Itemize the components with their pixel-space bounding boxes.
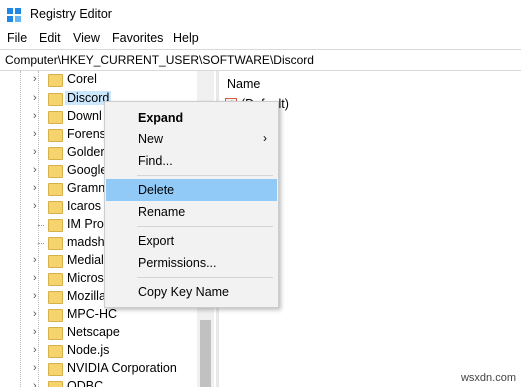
tree-item[interactable]: › NVIDIA Corporation: [0, 360, 215, 378]
tree-item-label: madsh: [67, 235, 105, 249]
folder-icon: [48, 363, 63, 376]
tree-item-label: Node.js: [67, 343, 110, 357]
folder-icon: [48, 165, 63, 178]
tree-item-label: Icaros: [67, 199, 102, 213]
context-permissions-label: Permissions...: [138, 256, 217, 270]
tree-item-label: Google: [67, 163, 108, 177]
tree-connector: [38, 243, 44, 244]
tree-item[interactable]: › MPC-HC: [0, 306, 215, 324]
window-title: Registry Editor: [30, 7, 112, 21]
chevron-right-icon[interactable]: ›: [33, 164, 37, 176]
folder-icon: [48, 129, 63, 142]
tree-item-label: Micros: [67, 271, 104, 285]
tree-item-label: Corel: [67, 72, 97, 86]
context-copy-key-name-label: Copy Key Name: [138, 285, 230, 299]
context-new-label: New: [138, 132, 164, 146]
menu-separator: [137, 277, 273, 278]
chevron-right-icon[interactable]: ›: [33, 380, 37, 387]
context-new[interactable]: New ›: [106, 128, 277, 150]
context-permissions[interactable]: Permissions...: [106, 252, 277, 274]
tree-item-label: Gramn: [67, 181, 106, 195]
folder-icon: [48, 74, 63, 87]
chevron-right-icon[interactable]: ›: [33, 272, 37, 284]
menu-separator: [137, 226, 273, 227]
chevron-right-icon[interactable]: ›: [33, 344, 37, 356]
tree-item[interactable]: › Corel: [0, 71, 215, 89]
folder-icon: [48, 381, 63, 387]
tree-item[interactable]: › Node.js: [0, 342, 215, 360]
context-rename[interactable]: Rename: [106, 201, 277, 223]
context-find-label: Find...: [138, 154, 173, 168]
tree-item[interactable]: › ODBC: [0, 378, 215, 387]
chevron-right-icon[interactable]: ›: [33, 128, 37, 140]
tree-item-label: Mozilla: [67, 289, 106, 303]
menu-view[interactable]: View: [73, 31, 100, 45]
folder-icon: [48, 237, 63, 250]
chevron-right-icon[interactable]: ›: [33, 73, 37, 85]
tree-scrollbar-thumb[interactable]: [200, 320, 211, 387]
folder-icon: [48, 327, 63, 340]
folder-icon: [48, 93, 63, 106]
tree-item-label: NVIDIA Corporation: [67, 361, 177, 375]
folder-icon: [48, 291, 63, 304]
tree-item-label: Golder: [67, 145, 105, 159]
context-delete-label: Delete: [138, 183, 175, 197]
menu-favorites[interactable]: Favorites: [112, 31, 163, 45]
tree-item-label: ODBC: [67, 379, 104, 387]
chevron-right-icon[interactable]: ›: [33, 362, 37, 374]
menu-help[interactable]: Help: [173, 31, 199, 45]
folder-icon: [48, 183, 63, 196]
chevron-right-icon[interactable]: ›: [33, 182, 37, 194]
chevron-right-icon[interactable]: ›: [33, 200, 37, 212]
folder-icon: [48, 255, 63, 268]
context-copy-key-name[interactable]: Copy Key Name: [106, 281, 277, 303]
chevron-right-icon[interactable]: ›: [33, 326, 37, 338]
folder-icon: [48, 111, 63, 124]
tree-item-label: Netscape: [67, 325, 120, 339]
context-expand[interactable]: Expand: [106, 107, 277, 129]
context-export[interactable]: Export: [106, 230, 277, 252]
watermark: wsxdn.com: [460, 372, 516, 384]
tree-connector: [38, 225, 44, 226]
chevron-right-icon[interactable]: ›: [33, 254, 37, 266]
chevron-right-icon[interactable]: ›: [33, 290, 37, 302]
folder-icon: [48, 147, 63, 160]
context-find[interactable]: Find...: [106, 150, 277, 172]
tree-item-label: MPC-HC: [67, 307, 117, 321]
tree-item-label: Medial: [67, 253, 104, 267]
folder-icon: [48, 273, 63, 286]
title-bar: Registry Editor: [0, 0, 521, 30]
submenu-arrow-icon: ›: [263, 131, 267, 145]
registry-editor-icon: [7, 8, 21, 22]
tree-item-label: Forens: [67, 127, 106, 141]
context-delete[interactable]: Delete: [106, 179, 277, 201]
context-export-label: Export: [138, 234, 175, 248]
column-header-name[interactable]: Name: [227, 77, 260, 91]
menu-file[interactable]: File: [7, 31, 27, 45]
context-menu: Expand New › Find... Delete Rename Export…: [104, 101, 279, 308]
folder-icon: [48, 309, 63, 322]
tree-item-label: IM Pro: [67, 217, 104, 231]
chevron-right-icon[interactable]: ›: [33, 92, 37, 104]
tree-item-label: Downl: [67, 109, 102, 123]
folder-icon: [48, 345, 63, 358]
menu-separator: [137, 175, 273, 176]
folder-icon: [48, 201, 63, 214]
chevron-right-icon[interactable]: ›: [33, 308, 37, 320]
address-bar[interactable]: Computer\HKEY_CURRENT_USER\SOFTWARE\Disc…: [0, 49, 521, 71]
menu-bar: File Edit View Favorites Help: [0, 30, 521, 48]
folder-icon: [48, 219, 63, 232]
tree-item[interactable]: › Netscape: [0, 324, 215, 342]
chevron-right-icon[interactable]: ›: [33, 110, 37, 122]
address-path: Computer\HKEY_CURRENT_USER\SOFTWARE\Disc…: [5, 53, 314, 67]
context-expand-label: Expand: [138, 111, 184, 125]
chevron-right-icon[interactable]: ›: [33, 146, 37, 158]
menu-edit[interactable]: Edit: [39, 31, 61, 45]
context-rename-label: Rename: [138, 205, 186, 219]
